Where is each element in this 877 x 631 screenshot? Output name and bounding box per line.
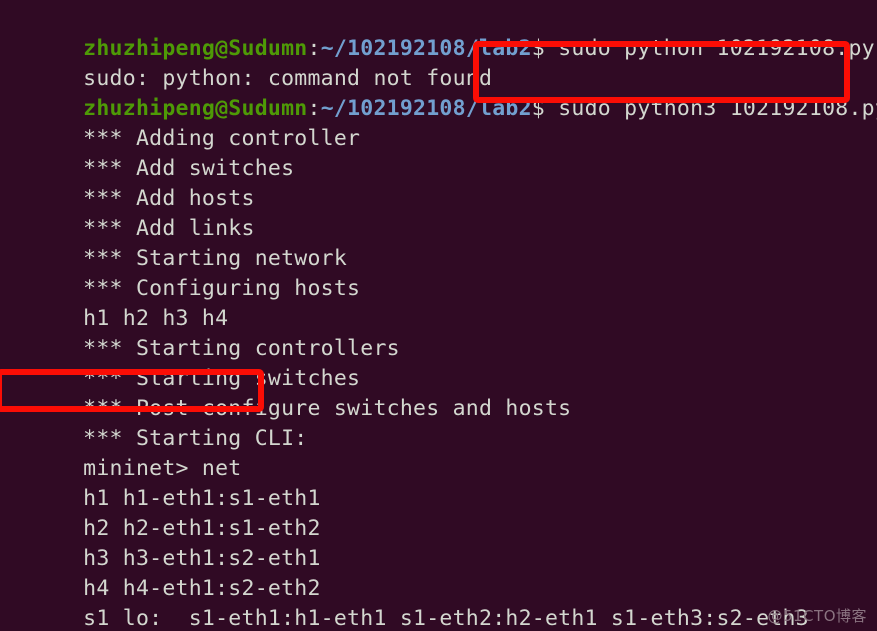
prompt-colon: : (307, 36, 321, 61)
output-text: *** Add hosts (83, 186, 255, 211)
output-text: *** Configuring hosts (83, 276, 361, 301)
prompt-path: ~/102192108/lab2 (320, 36, 532, 61)
output-text: *** Adding controller (83, 126, 361, 151)
prompt-path: ~/102192108/lab2 (320, 96, 532, 121)
command-text: sudo python3 102192108.py (558, 96, 877, 121)
prompt-colon: : (307, 96, 321, 121)
output-text: h2 h2-eth1:s1-eth2 (83, 516, 321, 541)
output-text: *** Starting controllers (83, 336, 400, 361)
prompt-dollar: $ (531, 96, 559, 121)
terminal-window: zhuzhipeng@Sudumn:~/102192108/lab2$ sudo… (0, 0, 877, 631)
output-text: mininet> net (83, 456, 242, 481)
output-text: *** Add links (83, 216, 255, 241)
command-text: sudo python 102192108.py (558, 36, 875, 61)
output-text: h1 h2 h3 h4 (83, 306, 229, 331)
output-text: h1 h1-eth1:s1-eth1 (83, 486, 321, 511)
terminal-output-area[interactable]: zhuzhipeng@Sudumn:~/102192108/lab2$ sudo… (0, 0, 877, 631)
output-text: h4 h4-eth1:s2-eth2 (83, 576, 321, 601)
output-text: *** Add switches (83, 156, 295, 181)
output-text: s1 lo: s1-eth1:h1-eth1 s1-eth2:h2-eth1 s… (83, 606, 809, 631)
output-text: *** Starting network (83, 246, 348, 271)
terminal-line-prompt-1: zhuzhipeng@Sudumn:~/102192108/lab2$ sudo… (4, 4, 877, 61)
watermark-label: @51CTO博客 (767, 607, 867, 625)
prompt-user-host: zhuzhipeng@Sudumn (83, 96, 308, 121)
output-text: *** Starting CLI: (83, 426, 308, 451)
output-text: *** Starting switches (83, 366, 361, 391)
output-text: h3 h3-eth1:s2-eth1 (83, 546, 321, 571)
prompt-dollar: $ (531, 36, 559, 61)
prompt-user-host: zhuzhipeng@Sudumn (83, 36, 308, 61)
output-text: *** Post configure switches and hosts (83, 396, 572, 421)
output-text: sudo: python: command not found (83, 66, 493, 91)
